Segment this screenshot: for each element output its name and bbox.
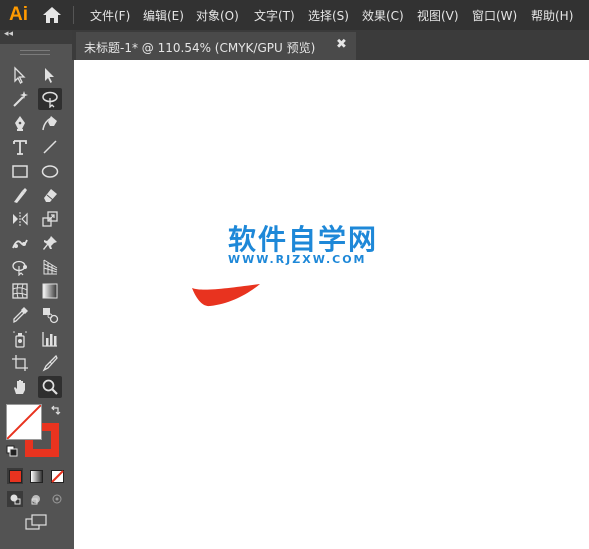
default-fill-stroke-icon[interactable]	[6, 445, 18, 457]
mesh-tool-icon[interactable]	[8, 280, 32, 302]
menu-file[interactable]: 文件(F)	[90, 7, 130, 24]
menu-effect[interactable]: 效果(C)	[362, 7, 404, 24]
home-icon[interactable]	[41, 5, 63, 25]
eraser-tool-icon[interactable]	[38, 184, 62, 206]
document-tab-label[interactable]: 未标题-1* @ 110.54% (CMYK/GPU 预览)	[84, 39, 315, 56]
direct-selection-tool-icon[interactable]	[38, 64, 62, 86]
ellipse-tool-icon[interactable]	[38, 160, 62, 182]
column-graph-tool-icon[interactable]	[38, 328, 62, 350]
watermark-url: WWW.RJZXW.COM	[228, 253, 367, 266]
pin-tool-icon[interactable]	[38, 232, 62, 254]
magic-wand-tool-icon[interactable]	[8, 88, 32, 110]
eyedropper-tool-icon[interactable]	[8, 304, 32, 326]
color-mode-button[interactable]	[7, 468, 23, 484]
zoom-tool-icon[interactable]	[38, 376, 62, 398]
watermark-title: 软件自学网	[228, 223, 379, 256]
menu-window[interactable]: 窗口(W)	[472, 7, 517, 24]
tools-panel: ◂◂	[0, 29, 72, 549]
reflect-tool-icon[interactable]	[8, 208, 32, 230]
document-tab-bar: 未标题-1* @ 110.54% (CMYK/GPU 预览) ✖	[72, 30, 589, 60]
draw-behind-button[interactable]	[28, 491, 44, 507]
gradient-mode-button[interactable]	[28, 468, 44, 484]
lasso-tool-icon[interactable]	[38, 88, 62, 110]
swap-fill-stroke-icon[interactable]	[50, 405, 62, 417]
pen-tool-icon[interactable]	[8, 112, 32, 134]
perspective-grid-tool-icon[interactable]	[38, 256, 62, 278]
close-tab-icon[interactable]: ✖	[336, 37, 347, 52]
none-mode-button[interactable]	[49, 468, 65, 484]
line-segment-tool-icon[interactable]	[38, 136, 62, 158]
puppet-warp-tool-icon[interactable]	[8, 232, 32, 254]
panel-grip[interactable]	[20, 50, 50, 55]
selection-tool-icon[interactable]	[8, 64, 32, 86]
paintbrush-tool-icon[interactable]	[8, 184, 32, 206]
shape-builder-tool-icon[interactable]	[8, 256, 32, 278]
type-tool-icon[interactable]	[8, 136, 32, 158]
knife-tool-icon[interactable]	[38, 352, 62, 374]
menu-help[interactable]: 帮助(H)	[531, 7, 573, 24]
menu-view[interactable]: 视图(V)	[417, 7, 459, 24]
draw-inside-button[interactable]	[49, 491, 65, 507]
artboard-canvas[interactable]: 软件自学网 WWW.RJZXW.COM	[74, 60, 589, 549]
scale-tool-icon[interactable]	[38, 208, 62, 230]
menu-separator	[73, 6, 74, 24]
draw-normal-button[interactable]	[7, 491, 23, 507]
red-leaf-shape[interactable]	[190, 282, 262, 308]
curvature-tool-icon[interactable]	[38, 112, 62, 134]
panel-collapse-bar[interactable]: ◂◂	[0, 29, 72, 44]
gradient-tool-icon[interactable]	[38, 280, 62, 302]
symbol-sprayer-tool-icon[interactable]	[8, 328, 32, 350]
rectangle-tool-icon[interactable]	[8, 160, 32, 182]
hand-tool-icon[interactable]	[8, 376, 32, 398]
collapse-icon[interactable]: ◂◂	[4, 29, 13, 39]
screen-mode-icon[interactable]	[25, 514, 47, 530]
blend-tool-icon[interactable]	[38, 304, 62, 326]
menu-type[interactable]: 文字(T)	[254, 7, 295, 24]
document-tab[interactable]: 未标题-1* @ 110.54% (CMYK/GPU 预览) ✖	[76, 32, 356, 60]
menu-object[interactable]: 对象(O)	[196, 7, 239, 24]
artboard-tool-icon[interactable]	[8, 352, 32, 374]
fill-swatch[interactable]	[6, 404, 42, 440]
menu-bar: Ai 文件(F) 编辑(E) 对象(O) 文字(T) 选择(S) 效果(C) 视…	[0, 0, 589, 30]
menu-edit[interactable]: 编辑(E)	[143, 7, 184, 24]
app-logo: Ai	[9, 4, 28, 25]
menu-select[interactable]: 选择(S)	[308, 7, 349, 24]
